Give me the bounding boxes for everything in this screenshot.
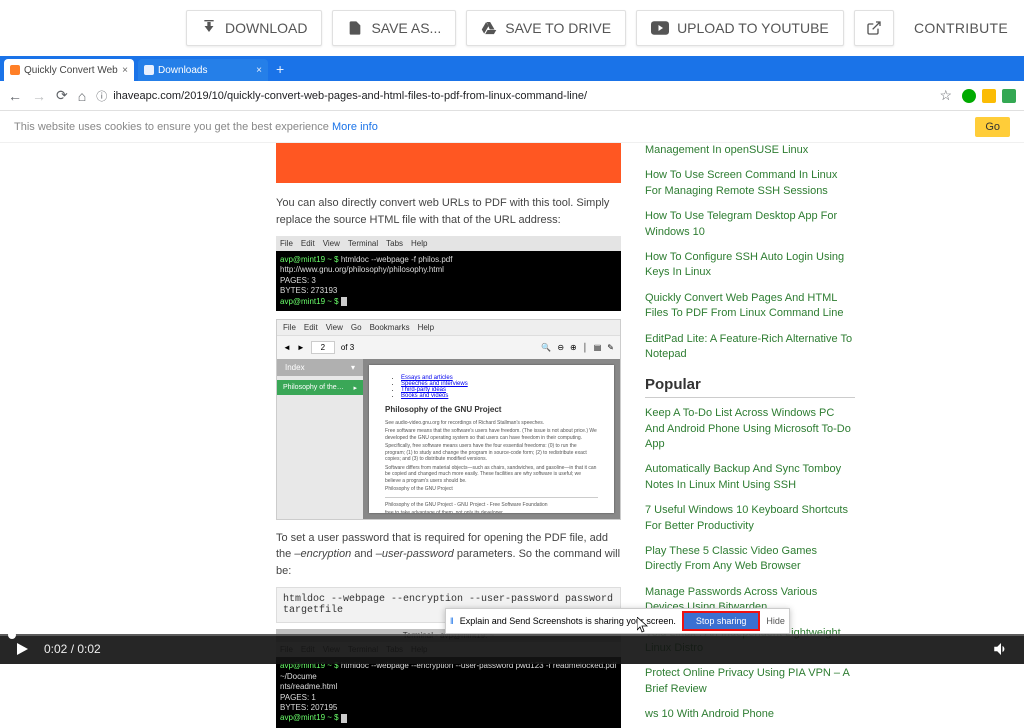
play-button[interactable] bbox=[14, 641, 30, 657]
popular-link[interactable]: 7 Useful Windows 10 Keyboard Shortcuts F… bbox=[645, 503, 855, 534]
progress-knob[interactable] bbox=[8, 631, 16, 639]
pdf-view-mode-icon[interactable]: ▤ bbox=[594, 343, 602, 352]
progress-track[interactable] bbox=[0, 634, 1024, 636]
pdf-divider: │ bbox=[583, 343, 588, 352]
share-info-icon: ‖ bbox=[450, 616, 454, 626]
extension-icons bbox=[962, 89, 1016, 103]
tab-downloads[interactable]: Downloads × bbox=[138, 59, 268, 81]
recent-link[interactable]: Quickly Convert Web Pages And HTML Files… bbox=[645, 291, 855, 322]
upload-youtube-label: UPLOAD TO YOUTUBE bbox=[677, 20, 829, 36]
terminal-screenshot-1: File Edit View Terminal Tabs Help avp@mi… bbox=[276, 236, 621, 311]
recent-link[interactable]: How To Configure SSH Auto Login Using Ke… bbox=[645, 250, 855, 281]
pdf-page-total: of 3 bbox=[341, 343, 354, 352]
pdf-index-label[interactable]: Index bbox=[285, 363, 305, 372]
popular-link[interactable]: ws 10 With Android Phone bbox=[645, 707, 855, 722]
youtube-icon bbox=[651, 21, 669, 35]
pdf-sidebar: Index ▾ Philosophy of the… ▸ bbox=[277, 359, 363, 519]
forward-button[interactable]: → bbox=[32, 88, 46, 104]
hide-share-link[interactable]: Hide bbox=[766, 616, 785, 626]
recent-link[interactable]: How To Use Telegram Desktop App For Wind… bbox=[645, 209, 855, 240]
ext-icon-2[interactable] bbox=[982, 89, 996, 103]
chevron-down-icon[interactable]: ▾ bbox=[351, 363, 355, 372]
favicon-2 bbox=[144, 65, 154, 75]
home-button[interactable]: ⌂ bbox=[78, 88, 86, 104]
download-icon bbox=[201, 20, 217, 36]
url-box[interactable]: ⓘ ihaveapc.com/2019/10/quickly-convert-w… bbox=[96, 88, 929, 104]
back-button[interactable]: ← bbox=[8, 88, 22, 104]
recent-link[interactable]: Management In openSUSE Linux bbox=[645, 143, 855, 158]
app-toolbar: DOWNLOAD SAVE AS... SAVE TO DRIVE UPLOAD… bbox=[0, 0, 1024, 56]
save-drive-button[interactable]: SAVE TO DRIVE bbox=[466, 10, 626, 46]
zoom-fit-icon[interactable]: 🔍 bbox=[541, 343, 551, 352]
tab-2-close[interactable]: × bbox=[256, 65, 262, 76]
screen-share-bar: ‖ Explain and Send Screenshots is sharin… bbox=[445, 608, 790, 634]
popular-heading: Popular bbox=[645, 376, 855, 398]
download-label: DOWNLOAD bbox=[225, 20, 307, 36]
pdf-page-preview: Essays and articles Speeches and intervi… bbox=[369, 365, 614, 513]
sidebar: Management In openSUSE Linux How To Use … bbox=[645, 143, 855, 646]
popular-link[interactable]: Keep A To-Do List Across Windows PC And … bbox=[645, 406, 855, 452]
save-as-label: SAVE AS... bbox=[371, 20, 441, 36]
cookie-banner: This website uses cookies to ensure you … bbox=[0, 111, 1024, 143]
recent-link[interactable]: How To Use Screen Command In Linux For M… bbox=[645, 168, 855, 199]
upload-youtube-button[interactable]: UPLOAD TO YOUTUBE bbox=[636, 10, 844, 46]
stop-sharing-button[interactable]: Stop sharing bbox=[682, 611, 761, 631]
pdf-page-input[interactable] bbox=[311, 341, 335, 354]
pdf-prev-icon[interactable]: ◄ bbox=[283, 343, 291, 352]
pdf-toolbar: ◄ ► of 3 🔍 ⊖ ⊕ │ ▤ ✎ bbox=[277, 335, 620, 359]
drive-icon bbox=[481, 20, 497, 36]
article-para-1: You can also directly convert web URLs t… bbox=[276, 195, 621, 228]
recent-link[interactable]: EditPad Lite: A Feature-Rich Alternative… bbox=[645, 332, 855, 363]
ad-banner[interactable] bbox=[276, 143, 621, 183]
star-button[interactable]: ☆ bbox=[939, 87, 952, 104]
page-content: You can also directly convert web URLs t… bbox=[0, 143, 1024, 646]
favicon-1 bbox=[10, 65, 20, 75]
tab-2-title: Downloads bbox=[158, 65, 252, 76]
cookie-text: This website uses cookies to ensure you … bbox=[14, 121, 332, 133]
address-bar: ← → ⟳ ⌂ ⓘ ihaveapc.com/2019/10/quickly-c… bbox=[0, 81, 1024, 111]
save-as-button[interactable]: SAVE AS... bbox=[332, 10, 456, 46]
open-new-icon bbox=[866, 20, 882, 36]
article-column: You can also directly convert web URLs t… bbox=[276, 143, 621, 646]
volume-button[interactable] bbox=[992, 640, 1010, 658]
tab-1-close[interactable]: × bbox=[122, 65, 128, 76]
video-controls: 0:02 / 0:02 bbox=[0, 634, 1024, 664]
zoom-in-icon[interactable]: ⊕ bbox=[570, 343, 577, 352]
toolbar-buttons: DOWNLOAD SAVE AS... SAVE TO DRIVE UPLOAD… bbox=[186, 10, 894, 46]
pdf-h1: Philosophy of the GNU Project bbox=[385, 405, 598, 414]
pdf-viewer-screenshot: File Edit View Go Bookmarks Help ◄ ► of … bbox=[276, 319, 621, 520]
contribute-link[interactable]: CONTRIBUTE bbox=[914, 20, 1008, 36]
new-tab-button[interactable]: + bbox=[268, 61, 292, 77]
url-text: ihaveapc.com/2019/10/quickly-convert-web… bbox=[113, 90, 587, 102]
popular-link[interactable]: Play These 5 Classic Video Games Directl… bbox=[645, 544, 855, 575]
cookie-more-link[interactable]: More info bbox=[332, 121, 378, 133]
video-time: 0:02 / 0:02 bbox=[44, 642, 101, 656]
terminal-menu-1: File Edit View Terminal Tabs Help bbox=[276, 236, 621, 251]
pdf-outline-item[interactable]: Philosophy of the… ▸ bbox=[277, 380, 363, 395]
ext-icon-1[interactable] bbox=[962, 89, 976, 103]
reload-button[interactable]: ⟳ bbox=[56, 87, 68, 104]
popular-link[interactable]: Automatically Backup And Sync Tomboy Not… bbox=[645, 462, 855, 493]
ext-icon-3[interactable] bbox=[1002, 89, 1016, 103]
site-info-icon[interactable]: ⓘ bbox=[96, 88, 107, 104]
file-icon bbox=[347, 20, 363, 36]
save-drive-label: SAVE TO DRIVE bbox=[505, 20, 611, 36]
cookie-ok-button[interactable]: Go bbox=[975, 117, 1010, 137]
download-button[interactable]: DOWNLOAD bbox=[186, 10, 322, 46]
popular-link[interactable]: Protect Online Privacy Using PIA VPN – A… bbox=[645, 666, 855, 697]
zoom-out-icon[interactable]: ⊖ bbox=[557, 343, 564, 352]
tab-1-title: Quickly Convert Web Pages And bbox=[24, 65, 118, 76]
article-para-2: To set a user password that is required … bbox=[276, 530, 621, 580]
mouse-cursor-icon bbox=[637, 617, 649, 633]
pdf-next-icon[interactable]: ► bbox=[297, 343, 305, 352]
open-new-button[interactable] bbox=[854, 10, 894, 46]
pdf-menubar: File Edit View Go Bookmarks Help bbox=[277, 320, 620, 335]
tab-article[interactable]: Quickly Convert Web Pages And × bbox=[4, 59, 134, 81]
browser-tabstrip: Quickly Convert Web Pages And × Download… bbox=[0, 56, 1024, 81]
pdf-edit-icon[interactable]: ✎ bbox=[607, 343, 614, 352]
